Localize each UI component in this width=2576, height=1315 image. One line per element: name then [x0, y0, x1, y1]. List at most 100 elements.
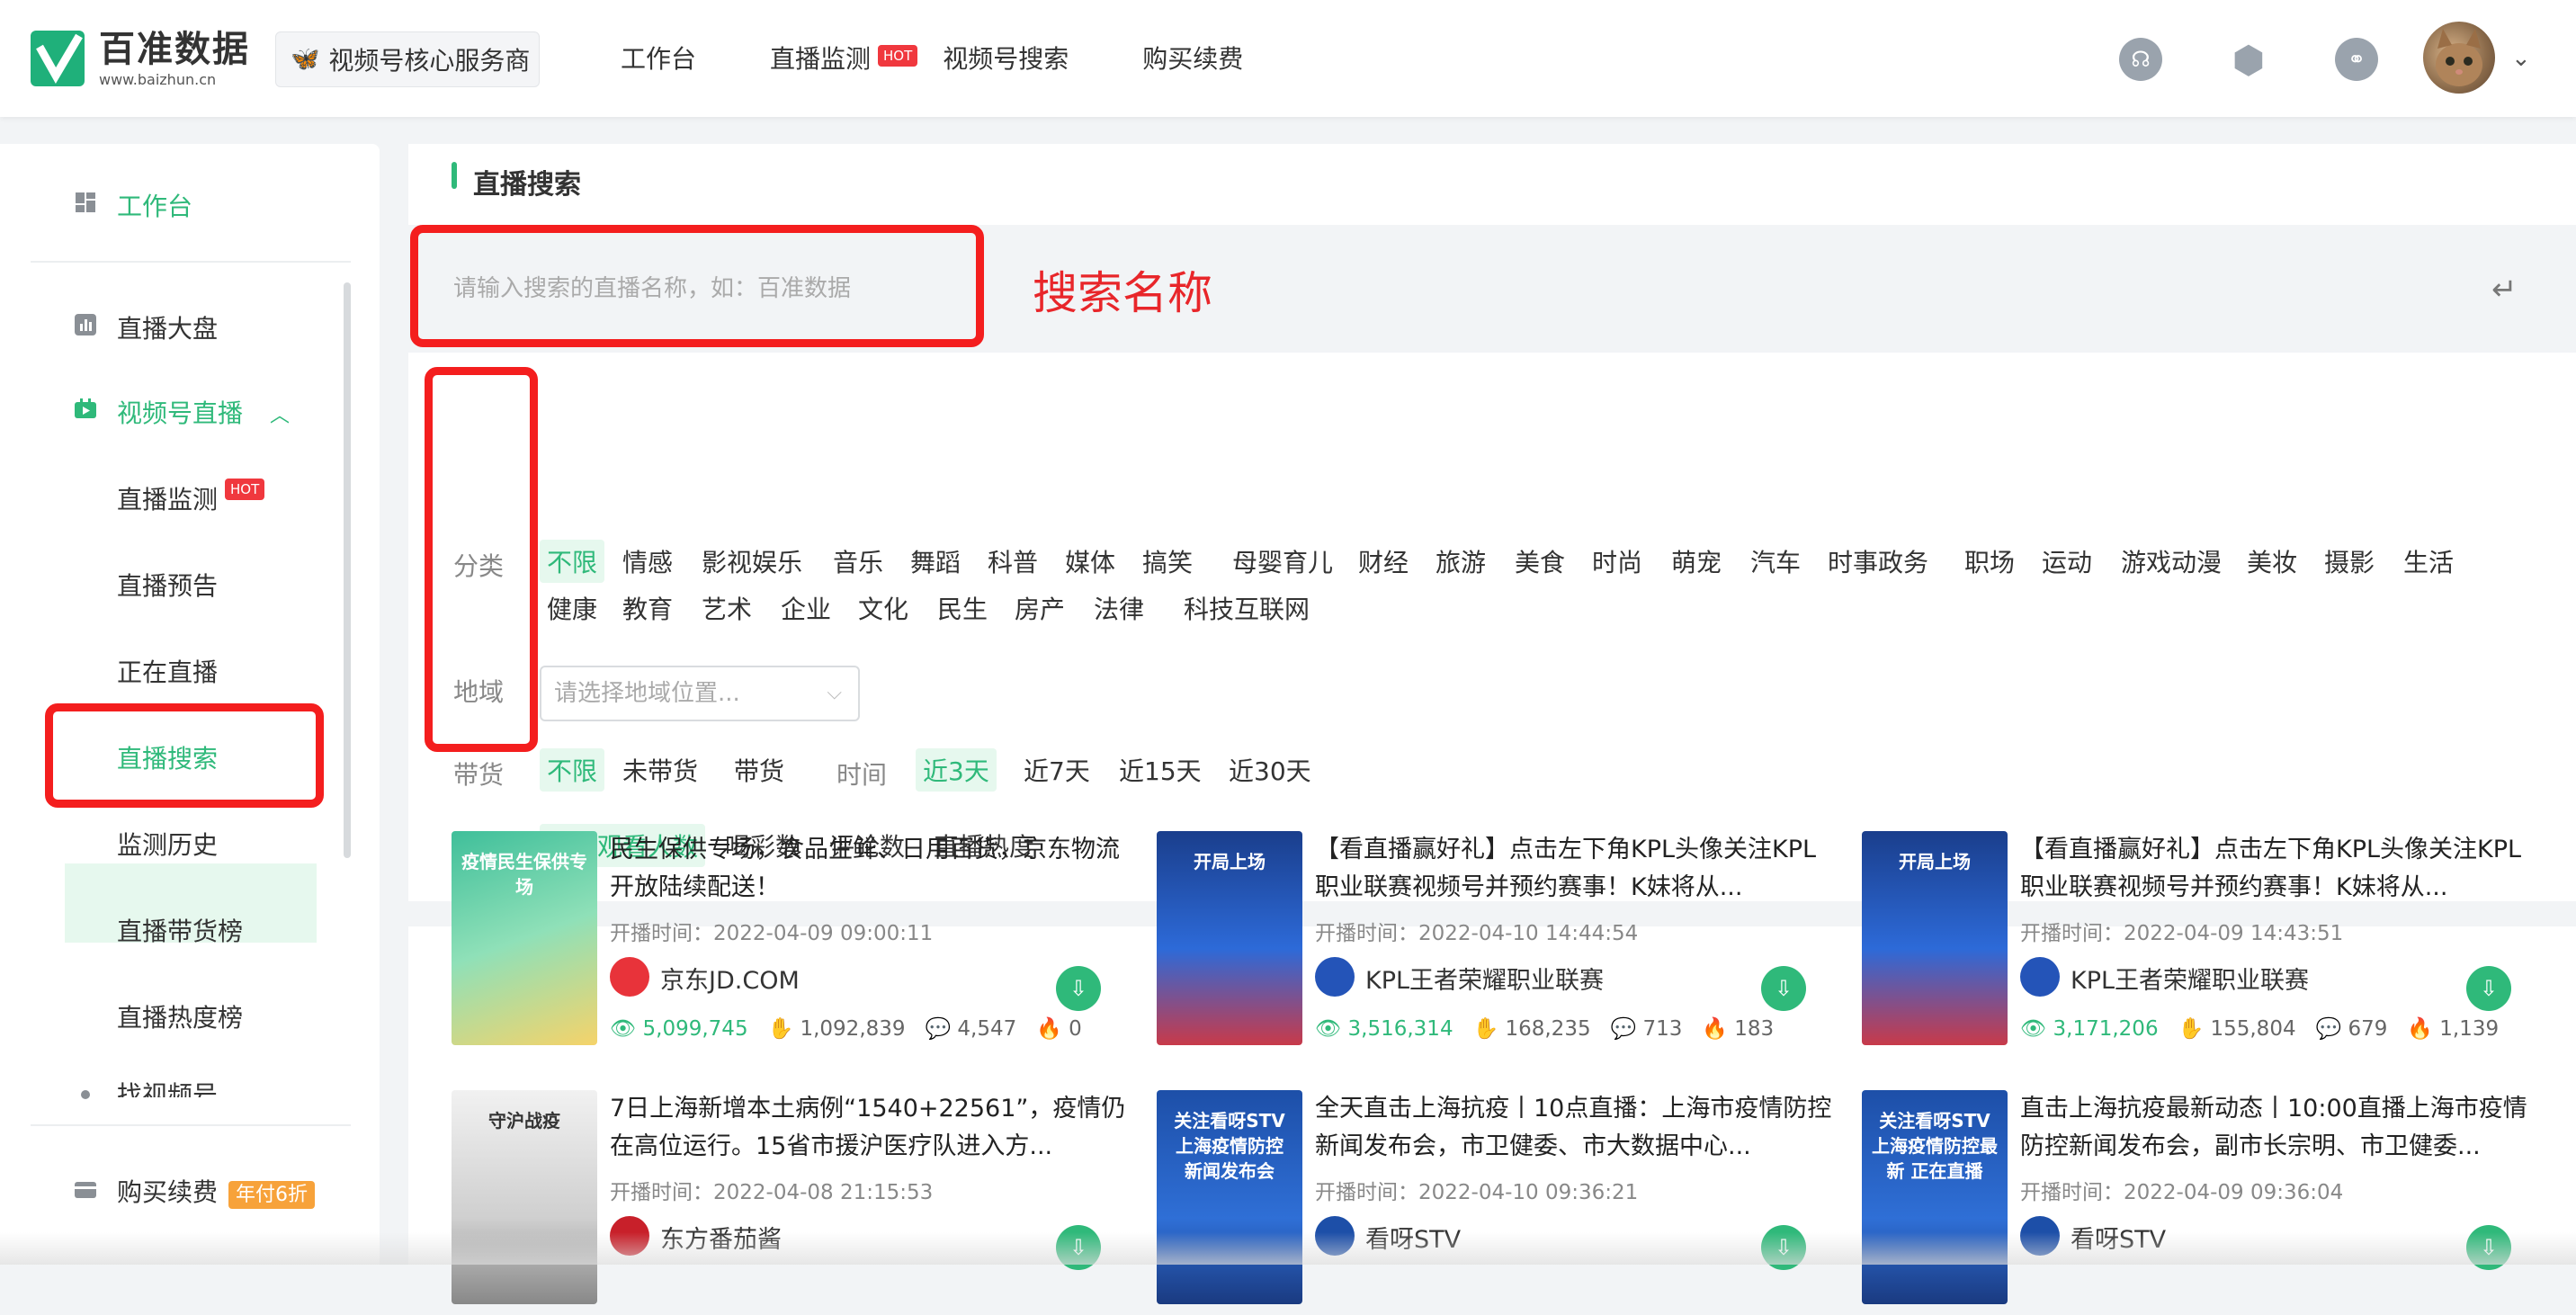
category-tag[interactable]: 美食 — [1507, 540, 1572, 583]
nav-workbench[interactable]: 工作台 — [621, 40, 696, 76]
filter-label-goods: 带货 — [453, 760, 505, 790]
sidebar-item-buy[interactable]: 购买续费 年付6折 — [117, 1173, 316, 1209]
clap-icon: ✋ — [2178, 1017, 2205, 1041]
category-tag[interactable]: 科技互联网 — [1176, 586, 1317, 630]
sidebar-item-channel-live[interactable]: 视频号直播 ︿ — [117, 394, 290, 430]
category-tag[interactable]: 美妆 — [2240, 540, 2304, 583]
live-start-time: 开播时间：2022-04-10 14:44:54 — [1315, 922, 1639, 945]
sidebar-item-workbench[interactable]: 工作台 — [117, 187, 192, 223]
download-icon[interactable]: ⇩ — [1761, 966, 1806, 1011]
category-tag[interactable]: 文化 — [851, 586, 916, 630]
download-icon[interactable]: ⇩ — [1056, 966, 1101, 1011]
sidebar-item-live-board[interactable]: 直播大盘 — [117, 309, 218, 345]
time-option[interactable]: 近3天 — [916, 748, 997, 792]
result-card[interactable]: 开局上场 【看直播赢好礼】点击左下角KPL头像关注KPL职业联赛视频号并预约赛事！… — [1862, 831, 2545, 1056]
category-tag[interactable]: 影视娱乐 — [694, 540, 809, 583]
download-icon[interactable]: ⇩ — [2466, 966, 2511, 1011]
author-avatar[interactable] — [2020, 957, 2060, 997]
live-thumbnail[interactable]: 关注看呀STV 上海疫情防控 新闻发布会 — [1157, 1090, 1302, 1304]
sidebar-item-preview[interactable]: 直播预告 — [117, 567, 218, 603]
sidebar-item-heat-rank[interactable]: 直播热度榜 — [117, 998, 243, 1034]
result-card[interactable]: 开局上场 【看直播赢好礼】点击左下角KPL头像关注KPL职业联赛视频号并预约赛事！… — [1157, 831, 1840, 1056]
live-title[interactable]: 【看直播赢好礼】点击左下角KPL头像关注KPL职业联赛视频号并预约赛事！K妹将从… — [1315, 831, 1837, 907]
live-title[interactable]: 【看直播赢好礼】点击左下角KPL头像关注KPL职业联赛视频号并预约赛事！K妹将从… — [2020, 831, 2542, 907]
category-tag[interactable]: 时事政务 — [1820, 540, 1936, 583]
region-select[interactable]: 请选择地域位置... ⌵ — [540, 666, 860, 721]
live-thumbnail[interactable]: 开局上场 — [1862, 831, 2008, 1045]
result-card[interactable]: 关注看呀STV 上海疫情防控 新闻发布会 全天直击上海抗疫丨10点直播：上海市疫情… — [1157, 1090, 1840, 1315]
live-title[interactable]: 全天直击上海抗疫丨10点直播：上海市疫情防控新闻发布会，市卫健委、市大数据中心.… — [1315, 1090, 1837, 1166]
category-tag[interactable]: 旅游 — [1428, 540, 1493, 583]
category-tag[interactable]: 法律 — [1087, 586, 1151, 630]
category-tag[interactable]: 职场 — [1957, 540, 2022, 583]
live-title[interactable]: 7日上海新增本土病例“1540+22561”，疫情仍在高位运行。15省市援沪医疗… — [610, 1090, 1131, 1166]
headset-icon[interactable]: ☊ — [2119, 38, 2162, 81]
author-name[interactable]: KPL王者荣耀职业联赛 — [1365, 961, 1604, 996]
category-tag[interactable]: 财经 — [1351, 540, 1416, 583]
category-tag[interactable]: 科普 — [980, 540, 1045, 583]
time-option[interactable]: 近15天 — [1112, 748, 1209, 792]
category-tag[interactable]: 民生 — [930, 586, 995, 630]
nav-buy[interactable]: 购买续费 — [1142, 40, 1243, 76]
sidebar-item-goods-rank[interactable]: 直播带货榜 — [117, 912, 243, 948]
time-option[interactable]: 近30天 — [1221, 748, 1319, 792]
category-tag[interactable]: 房产 — [1007, 586, 1072, 630]
sidebar-scrollbar[interactable] — [344, 282, 351, 858]
nav-channel-search[interactable]: 视频号搜索 — [943, 40, 1069, 76]
author-name[interactable]: 京东JD.COM — [660, 961, 800, 996]
avatar[interactable] — [2423, 22, 2495, 94]
service-badge: 🦋 视频号核心服务商 — [275, 31, 540, 87]
enter-icon[interactable]: ↵ — [2491, 272, 2518, 308]
sidebar-item-history[interactable]: 监测历史 — [117, 826, 218, 862]
category-tag[interactable]: 不限 — [540, 540, 605, 583]
category-tag[interactable]: 舞蹈 — [903, 540, 968, 583]
live-title[interactable]: 民生保供专场，食品生鲜、日用百货，京东物流开放陆续配送！ — [610, 831, 1131, 907]
goods-option[interactable]: 未带货 — [615, 748, 705, 792]
live-start-time: 开播时间：2022-04-09 09:00:11 — [610, 922, 934, 945]
dot-icon — [81, 1090, 90, 1099]
category-tag[interactable]: 音乐 — [826, 540, 890, 583]
author-name[interactable]: KPL王者荣耀职业联赛 — [2071, 961, 2309, 996]
result-card[interactable]: 守沪战疫 7日上海新增本土病例“1540+22561”，疫情仍在高位运行。15省市… — [452, 1090, 1135, 1315]
brand-logo[interactable]: 百准数据 www.baizhun.cn — [31, 27, 250, 90]
cube-icon[interactable]: ⬢ — [2227, 38, 2270, 82]
link-icon[interactable]: ⚭ — [2335, 38, 2378, 81]
sidebar-item-monitor[interactable]: 直播监测 HOT — [117, 479, 265, 516]
chevron-down-icon[interactable]: ⌄ — [2511, 45, 2531, 72]
category-tag[interactable]: 健康 — [540, 586, 604, 630]
author-avatar[interactable] — [1315, 957, 1355, 997]
live-thumbnail[interactable]: 关注看呀STV 上海疫情防控最新 正在直播 — [1862, 1090, 2008, 1304]
live-thumbnail[interactable]: 疫情民生保供专场 — [452, 831, 597, 1045]
category-tag[interactable]: 教育 — [615, 586, 680, 630]
category-tag[interactable]: 运动 — [2035, 540, 2099, 583]
heat-count: 1,139 — [2439, 1017, 2500, 1041]
live-title[interactable]: 直击上海抗疫最新动态丨10:00直播上海市疫情防控新闻发布会，副市长宗明、市卫健… — [2020, 1090, 2542, 1166]
category-tag[interactable]: 母婴育儿 — [1225, 540, 1340, 583]
goods-option[interactable]: 带货 — [727, 748, 792, 792]
filter-label-time: 时间 — [836, 760, 888, 790]
category-tag[interactable]: 生活 — [2396, 540, 2461, 583]
sidebar-item-now-live[interactable]: 正在直播 — [117, 653, 218, 689]
time-option[interactable]: 近7天 — [1016, 748, 1097, 792]
result-card[interactable]: 疫情民生保供专场 民生保供专场，食品生鲜、日用百货，京东物流开放陆续配送！ 开播时间… — [452, 831, 1135, 1056]
category-tag[interactable]: 游戏动漫 — [2114, 540, 2229, 583]
category-tag[interactable]: 艺术 — [694, 586, 759, 630]
heat-count: 0 — [1069, 1017, 1082, 1041]
category-tag[interactable]: 萌宠 — [1664, 540, 1729, 583]
live-thumbnail[interactable]: 守沪战疫 — [452, 1090, 597, 1304]
category-tag[interactable]: 摄影 — [2317, 540, 2382, 583]
category-tag[interactable]: 企业 — [774, 586, 838, 630]
category-tag[interactable]: 时尚 — [1585, 540, 1650, 583]
cheers-count: 1,092,839 — [800, 1017, 906, 1041]
goods-option[interactable]: 不限 — [540, 748, 605, 792]
category-tag[interactable]: 情感 — [615, 540, 680, 583]
category-tag[interactable]: 搞笑 — [1135, 540, 1200, 583]
nav-live-monitor[interactable]: 直播监测 HOT — [770, 40, 918, 76]
category-tag[interactable]: 汽车 — [1743, 540, 1808, 583]
live-thumbnail[interactable]: 开局上场 — [1157, 831, 1302, 1045]
category-tag[interactable]: 媒体 — [1058, 540, 1123, 583]
sidebar-item-find-channel[interactable]: 找视频号︿ — [117, 1076, 300, 1097]
card-icon — [75, 1182, 96, 1198]
result-card[interactable]: 关注看呀STV 上海疫情防控最新 正在直播 直击上海抗疫最新动态丨10:00直播上… — [1862, 1090, 2545, 1315]
author-avatar[interactable] — [610, 957, 649, 997]
